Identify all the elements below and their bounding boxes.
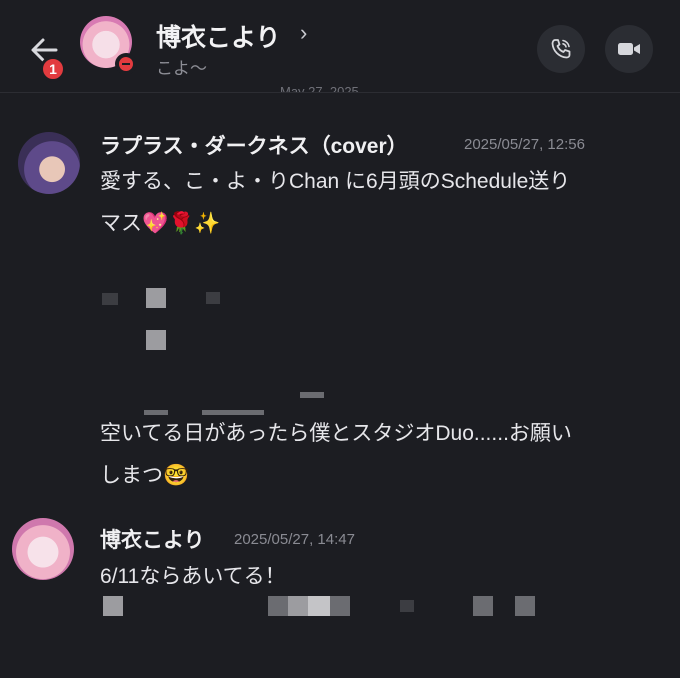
channel-title[interactable]: 博衣こより — [156, 18, 281, 54]
message-author[interactable]: ラプラス・ダークネス（cover） — [100, 130, 408, 160]
pixelated-block — [202, 410, 264, 415]
pixelated-block — [473, 596, 493, 616]
avatar-koyori[interactable] — [12, 518, 74, 580]
pixelated-block — [300, 392, 324, 398]
pixelated-block — [103, 596, 123, 616]
video-call-button[interactable] — [605, 25, 653, 73]
do-not-disturb-icon — [115, 53, 137, 75]
pixelated-block — [146, 288, 166, 308]
avatar-laplus[interactable] — [18, 132, 80, 194]
channel-subtitle: こよ〜 — [156, 59, 207, 78]
message-text-line: マス💖🌹✨ — [100, 211, 221, 235]
notification-badge: 1 — [40, 56, 66, 82]
message-timestamp: 2025/05/27, 14:47 — [234, 531, 355, 548]
pixelated-block — [146, 330, 166, 350]
pixelated-block — [400, 600, 414, 612]
pixelated-block — [330, 596, 350, 616]
pixelated-block — [102, 293, 118, 305]
pixelated-block — [206, 292, 220, 304]
message-text-line: 空いてる日があったら僕とスタジオDuo......お願い — [100, 422, 572, 445]
date-divider: May 27, 2025 — [280, 84, 359, 92]
chat-header: 1 博衣こより › こよ〜 — [0, 0, 680, 93]
pixelated-block — [144, 410, 168, 415]
voice-call-button[interactable] — [537, 25, 585, 73]
message-text-line: しまつ🤓 — [100, 463, 190, 487]
message-author[interactable]: 博衣こより — [100, 524, 205, 554]
phone-call-icon — [551, 39, 571, 59]
pixelated-block — [288, 596, 308, 616]
pixelated-block — [308, 596, 330, 616]
chevron-right-icon[interactable]: › — [300, 20, 307, 46]
pixelated-block — [268, 596, 288, 616]
message-timestamp: 2025/05/27, 12:56 — [464, 136, 585, 153]
message-text-line: 6/11ならあいてる！ — [100, 565, 286, 588]
pixelated-block — [515, 596, 535, 616]
video-camera-icon — [618, 43, 640, 55]
message-text-line: 愛する、こ・よ・りChan に6月頭のSchedule送り — [100, 170, 571, 193]
